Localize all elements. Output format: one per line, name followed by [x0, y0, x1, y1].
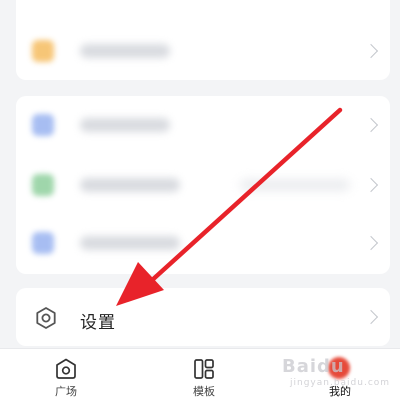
chevron-right-icon	[363, 309, 379, 325]
tab-templates[interactable]: 模板	[164, 349, 244, 401]
list-item[interactable]	[16, 156, 390, 214]
chevron-right-icon	[363, 43, 379, 59]
settings-hexagon-icon	[36, 307, 56, 329]
blurred-item-value	[240, 179, 350, 191]
tab-label: 模板	[193, 385, 215, 398]
blurred-item-icon	[32, 40, 54, 62]
chevron-right-icon	[363, 177, 379, 193]
blurred-item-label	[80, 118, 170, 132]
tab-label: 广场	[55, 385, 77, 398]
blurred-item-label	[80, 236, 180, 250]
list-item[interactable]	[16, 214, 390, 272]
blurred-item-icon	[32, 232, 54, 254]
settings-card: 设置	[16, 288, 390, 346]
blurred-card-top	[16, 0, 390, 80]
square-camera-icon	[56, 358, 76, 379]
blurred-card-list	[16, 96, 390, 274]
list-item[interactable]	[16, 22, 390, 80]
list-item[interactable]	[16, 96, 390, 154]
settings-label: 设置	[80, 313, 116, 333]
settings-row[interactable]: 设置	[16, 288, 390, 346]
blurred-item-label	[80, 178, 180, 192]
baidu-watermark: Baidu	[282, 356, 345, 377]
tab-square[interactable]: 广场	[26, 349, 106, 401]
template-grid-icon	[194, 359, 214, 379]
chevron-right-icon	[363, 235, 379, 251]
baidu-watermark-url: jingyan.baidu.com	[290, 378, 391, 388]
blurred-item-label	[80, 44, 170, 58]
blurred-item-icon	[32, 174, 54, 196]
blurred-item-icon	[32, 114, 54, 136]
chevron-right-icon	[363, 117, 379, 133]
